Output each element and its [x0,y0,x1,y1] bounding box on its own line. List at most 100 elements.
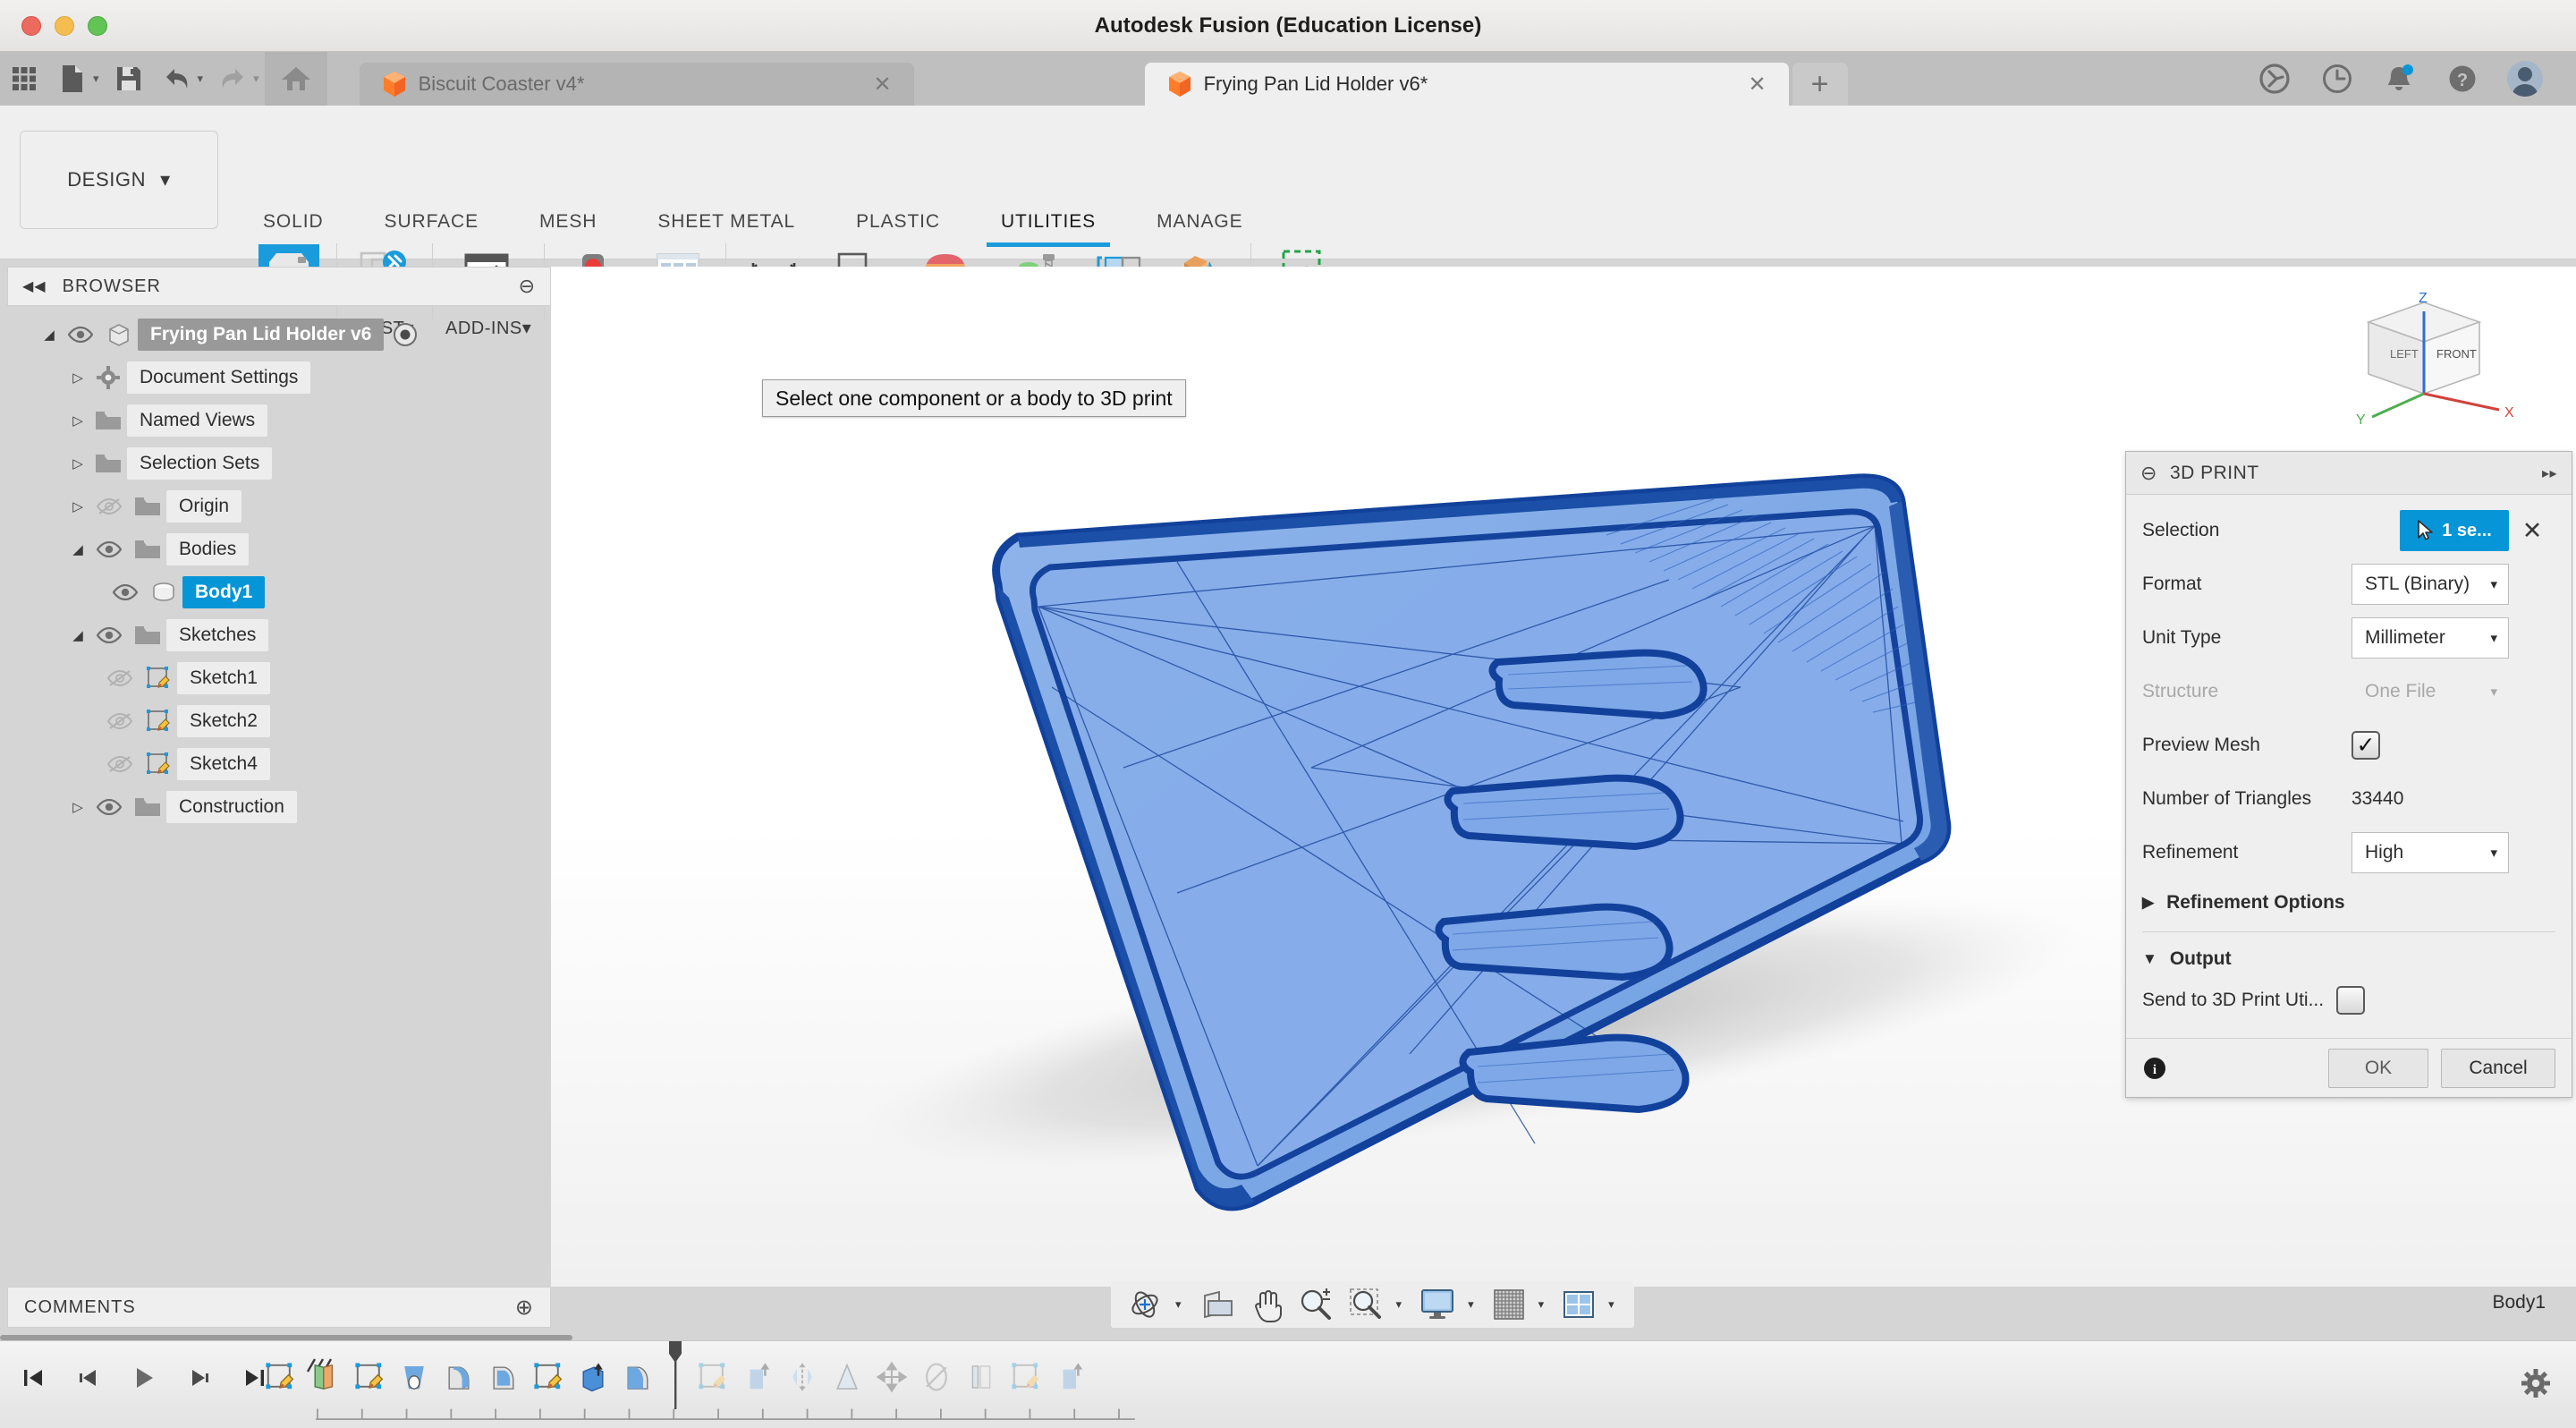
document-tab-close-icon[interactable]: ✕ [1746,72,1769,98]
tree-item-origin[interactable]: ▷ Origin [7,485,551,528]
chevron-down-icon[interactable]: ▾ [1606,1297,1622,1312]
tree-item-document-settings[interactable]: ▷ Document Settings [7,356,551,399]
chevron-down-icon[interactable]: ▾ [1466,1297,1481,1312]
zoom-icon[interactable] [1294,1284,1337,1325]
timeline-feature-extrude[interactable] [394,1352,435,1402]
tree-item-frying-pan-lid-holder[interactable]: ◢ Frying Pan Lid Holder v6 [7,313,551,356]
timeline-step-forward-icon[interactable] [179,1357,220,1398]
tree-item-named-views[interactable]: ▷ Named Views [7,399,551,442]
cancel-button[interactable]: Cancel [2441,1048,2555,1088]
viewports-icon[interactable] [1558,1284,1599,1325]
expand-arrow-right-icon[interactable]: ▷ [66,799,89,815]
timeline-feature-sketch[interactable] [349,1352,390,1402]
pan-icon[interactable] [1246,1284,1287,1325]
add-comment-icon[interactable]: ⊕ [515,1295,534,1321]
format-select[interactable]: STL (Binary) ▾ [2351,564,2509,605]
timeline-settings-gear-icon[interactable] [2515,1363,2556,1404]
document-tab-biscuit-coaster[interactable]: Biscuit Coaster v4* ✕ [359,63,914,106]
dialog-expand-icon[interactable]: ▸▸ [2542,464,2557,482]
timeline-step-back-icon[interactable] [68,1357,109,1398]
timeline-feature-extrude-cut[interactable] [572,1352,614,1402]
expand-arrow-right-icon[interactable]: ▷ [66,455,89,472]
help-icon[interactable]: ? [2431,52,2494,106]
fit-icon[interactable] [1344,1284,1387,1325]
timeline-go-to-beginning-icon[interactable] [13,1357,54,1398]
maximize-window-button[interactable] [88,16,107,36]
tree-item-construction[interactable]: ▷ Construction [7,786,551,829]
expand-arrow-right-icon[interactable]: ▷ [66,370,89,386]
view-cube[interactable]: LEFT FRONT Z Y X [2315,276,2529,446]
tree-item-sketch2[interactable]: Sketch2 [7,700,551,743]
timeline-feature-extrude[interactable] [737,1352,778,1402]
tree-item-sketch4[interactable]: Sketch4 [7,743,551,786]
timeline-feature-combine[interactable] [916,1352,957,1402]
comments-panel[interactable]: COMMENTS ⊕ [7,1287,551,1328]
activate-component-radio[interactable] [393,322,418,347]
ok-button[interactable]: OK [2328,1048,2428,1088]
undo-dropdown-caret[interactable]: ▾ [198,72,204,86]
unit-type-select[interactable]: Millimeter ▾ [2351,617,2509,659]
new-file-icon[interactable] [48,52,97,106]
visibility-eye-icon[interactable] [89,541,129,557]
timeline-feature-move[interactable] [871,1352,912,1402]
timeline-feature-sketch[interactable] [528,1352,569,1402]
document-tab-close-icon[interactable]: ✕ [871,72,894,98]
visibility-eye-icon[interactable] [89,627,129,643]
undo-icon[interactable] [153,52,201,106]
send-to-utility-checkbox[interactable] [2336,986,2366,1015]
expand-arrow-right-icon[interactable]: ▷ [66,412,89,429]
clear-selection-icon[interactable]: ✕ [2509,517,2555,545]
timeline-feature-sketch[interactable] [1005,1352,1046,1402]
dialog-collapse-icon[interactable]: ⊖ [2140,462,2157,485]
tree-item-sketch1[interactable]: Sketch1 [7,657,551,700]
visibility-eye-hidden-icon[interactable] [89,497,129,515]
timeline-feature-fillet2[interactable] [617,1352,658,1402]
tree-item-body1[interactable]: Body1 [7,571,551,614]
orbit-icon[interactable] [1123,1284,1166,1325]
timeline-feature-fillet[interactable] [438,1352,479,1402]
chevron-down-icon[interactable]: ▾ [1174,1297,1189,1312]
expand-arrow-down-icon[interactable]: ◢ [38,327,61,343]
timeline-feature-sketch[interactable] [692,1352,733,1402]
timeline-feature-shell[interactable] [483,1352,524,1402]
user-avatar[interactable] [2494,52,2556,106]
redo-dropdown-caret[interactable]: ▾ [253,72,259,86]
timeline-feature-extrude[interactable] [1050,1352,1091,1402]
window-controls[interactable] [21,16,107,36]
grid-snap-icon[interactable] [1488,1284,1530,1325]
refinement-select[interactable]: High ▾ [2351,832,2509,873]
minimize-browser-icon[interactable]: ⊖ [519,275,536,298]
redo-icon[interactable] [208,52,257,106]
timeline-play-icon[interactable] [123,1357,165,1398]
visibility-eye-hidden-icon[interactable] [100,669,140,687]
minimize-window-button[interactable] [55,16,74,36]
timeline-feature-thicken[interactable] [961,1352,1002,1402]
timeline-feature-plane[interactable] [304,1352,345,1402]
tree-item-selection-sets[interactable]: ▷ Selection Sets [7,442,551,485]
expand-arrow-down-icon[interactable]: ◢ [66,541,89,557]
app-grid-icon[interactable] [0,52,48,106]
output-section[interactable]: ▼ Output [2142,936,2555,975]
collapse-panel-icon[interactable]: ◀◀ [22,277,47,295]
visibility-eye-icon[interactable] [106,584,145,600]
visibility-eye-icon[interactable] [61,327,100,343]
info-icon[interactable]: i [2142,1056,2167,1081]
look-at-icon[interactable] [1196,1284,1239,1325]
visibility-eye-hidden-icon[interactable] [100,755,140,773]
timeline-feature-mirror[interactable] [782,1352,823,1402]
new-file-dropdown-caret[interactable]: ▾ [93,72,99,86]
timeline-feature-draft[interactable] [826,1352,868,1402]
visibility-eye-icon[interactable] [89,799,129,815]
timeline-playhead-marker[interactable] [662,1341,689,1409]
chevron-down-icon[interactable]: ▾ [1537,1297,1552,1312]
display-settings-icon[interactable] [1416,1284,1459,1325]
workspace-selector[interactable]: DESIGN ▾ [20,131,218,229]
new-tab-button[interactable]: + [1792,63,1848,106]
extension-icon[interactable] [2243,52,2306,106]
document-tab-frying-pan-lid-holder[interactable]: Frying Pan Lid Holder v6* ✕ [1144,63,1789,106]
job-status-clock-icon[interactable] [2306,52,2368,106]
close-window-button[interactable] [21,16,41,36]
timeline-feature-sketch[interactable] [259,1352,301,1402]
expand-arrow-down-icon[interactable]: ◢ [66,627,89,643]
tree-item-sketches[interactable]: ◢ Sketches [7,614,551,657]
